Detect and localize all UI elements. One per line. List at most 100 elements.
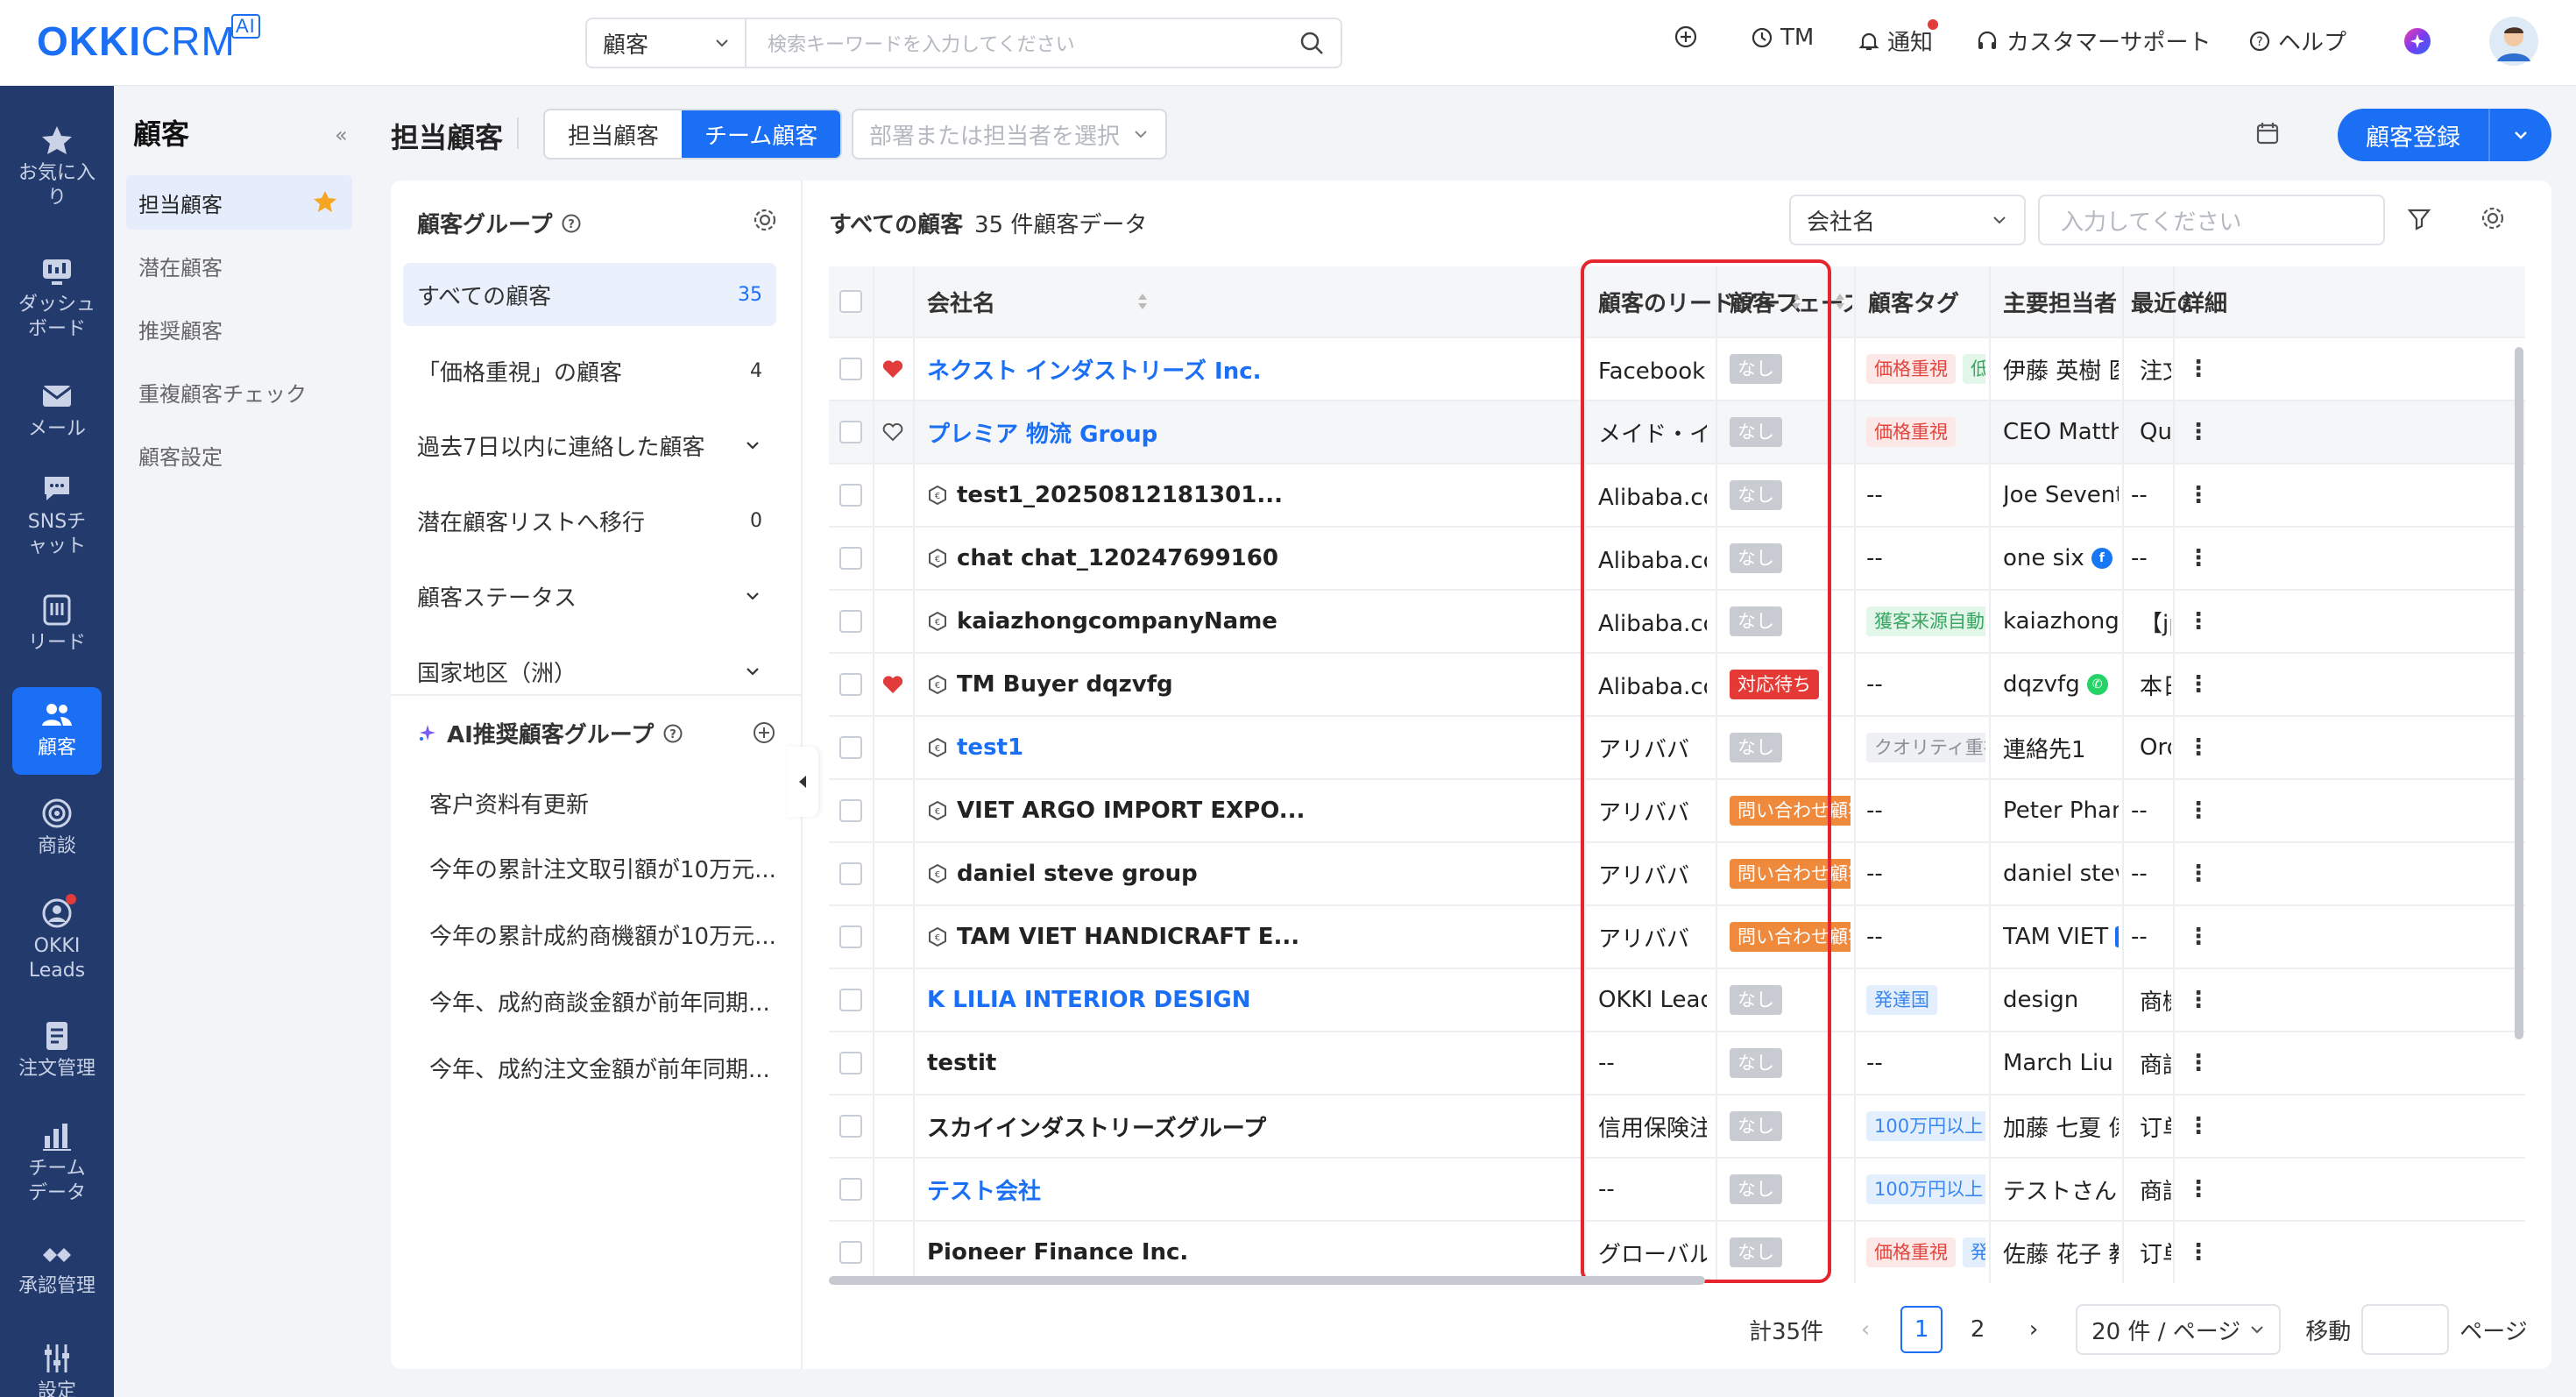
row-checkbox[interactable] bbox=[839, 673, 862, 696]
row-checkbox[interactable] bbox=[839, 1241, 862, 1264]
rail-leads[interactable]: リード bbox=[0, 592, 114, 656]
register-customer-button[interactable]: 顧客登録 bbox=[2338, 109, 2551, 161]
horizontal-scrollbar[interactable] bbox=[829, 1276, 1705, 1285]
heart-filled-icon[interactable] bbox=[882, 675, 903, 694]
ai-group-item[interactable]: 今年、成約商談金額が前年同期... bbox=[429, 985, 770, 1018]
gear-icon[interactable] bbox=[752, 207, 778, 233]
calendar-icon[interactable] bbox=[2254, 119, 2282, 147]
row-checkbox[interactable] bbox=[839, 610, 862, 633]
rail-mail[interactable]: メール bbox=[0, 379, 114, 442]
page-1[interactable]: 1 bbox=[1900, 1306, 1943, 1353]
company-name[interactable]: プレミア 物流 Group bbox=[927, 416, 1157, 449]
rail-team-data[interactable]: チームデータ bbox=[0, 1118, 114, 1206]
tab-my-customers[interactable]: 担当顧客 bbox=[545, 110, 682, 158]
row-checkbox[interactable] bbox=[839, 925, 862, 948]
row-checkbox[interactable] bbox=[839, 736, 862, 759]
collapse-panel-button[interactable] bbox=[787, 747, 818, 817]
row-checkbox[interactable] bbox=[839, 1052, 862, 1074]
select-all-checkbox[interactable] bbox=[839, 290, 862, 313]
search-type-select[interactable]: 顧客 bbox=[587, 19, 747, 67]
row-checkbox[interactable] bbox=[839, 799, 862, 822]
rail-okki-leads[interactable]: OKKI Leads bbox=[0, 894, 114, 983]
row-checkbox[interactable] bbox=[839, 989, 862, 1011]
subnav-item-settings[interactable]: 顧客設定 bbox=[126, 428, 352, 482]
more-actions-icon[interactable]: ⋮ bbox=[2187, 671, 2210, 698]
filter-field-select[interactable]: 会社名 bbox=[1789, 195, 2026, 245]
ai-assistant-icon[interactable] bbox=[2403, 26, 2432, 56]
group-contacted-7days[interactable]: 過去7日以内に連絡した顧客 bbox=[403, 414, 776, 477]
jump-page-input[interactable] bbox=[2361, 1304, 2450, 1355]
chevron-down-icon[interactable] bbox=[2490, 125, 2551, 145]
subnav-item-my-customers[interactable]: 担当顧客 bbox=[126, 175, 352, 230]
rail-approvals[interactable]: 承認管理 bbox=[0, 1236, 114, 1299]
help-icon[interactable]: ? bbox=[561, 213, 582, 234]
row-checkbox[interactable] bbox=[839, 547, 862, 570]
rail-sns-chat[interactable]: SNSチャット bbox=[0, 472, 114, 559]
row-checkbox[interactable] bbox=[839, 1115, 862, 1138]
ai-group-item[interactable]: 客户资料有更新 bbox=[429, 787, 589, 819]
more-actions-icon[interactable]: ⋮ bbox=[2187, 924, 2210, 950]
rail-favorites[interactable]: お気に入り bbox=[0, 123, 114, 210]
notify-button[interactable]: 通知 bbox=[1858, 25, 1933, 57]
more-actions-icon[interactable]: ⋮ bbox=[2187, 545, 2210, 571]
heart-filled-icon[interactable] bbox=[882, 359, 903, 379]
filter-icon[interactable] bbox=[2406, 205, 2432, 231]
ai-group-item[interactable]: 今年の累計成約商機額が10万元... bbox=[429, 918, 776, 951]
more-actions-icon[interactable]: ⋮ bbox=[2187, 356, 2210, 382]
add-group-icon[interactable] bbox=[752, 720, 776, 745]
company-name[interactable]: ネクスト インダストリーズ Inc. bbox=[927, 353, 1262, 386]
ai-group-item[interactable]: 今年、成約注文金額が前年同期... bbox=[429, 1052, 770, 1084]
more-actions-icon[interactable]: ⋮ bbox=[2187, 608, 2210, 635]
subnav-item-potential[interactable]: 潜在顧客 bbox=[126, 238, 352, 293]
support-button[interactable]: カスタマーサポート bbox=[1975, 25, 2211, 57]
filter-input[interactable]: 入力してください bbox=[2038, 195, 2385, 245]
group-all-customers[interactable]: すべての顧客 35 bbox=[403, 263, 776, 326]
sort-icon[interactable] bbox=[1833, 292, 1847, 311]
heart-outline-icon[interactable] bbox=[882, 422, 903, 442]
rail-deals[interactable]: 商談 bbox=[0, 796, 114, 859]
star-filled-icon[interactable] bbox=[312, 189, 338, 216]
chevron-down-icon[interactable] bbox=[743, 436, 762, 455]
rail-dashboard[interactable]: ダッシュボード bbox=[0, 254, 114, 342]
more-actions-icon[interactable]: ⋮ bbox=[2187, 482, 2210, 508]
page-2[interactable]: 2 bbox=[1957, 1306, 1999, 1353]
prev-page-icon[interactable]: ‹ bbox=[1844, 1306, 1886, 1353]
rail-customers[interactable]: 顧客 bbox=[12, 687, 102, 775]
tab-team-customers[interactable]: チーム顧客 bbox=[682, 110, 841, 158]
search-icon[interactable] bbox=[1299, 30, 1325, 56]
more-actions-icon[interactable]: ⋮ bbox=[2187, 1239, 2210, 1266]
more-actions-icon[interactable]: ⋮ bbox=[2187, 987, 2210, 1013]
add-circle-icon[interactable] bbox=[1674, 25, 1698, 49]
sort-icon[interactable] bbox=[1136, 292, 1150, 311]
dept-owner-select[interactable]: 部署または担当者を選択 bbox=[852, 109, 1167, 160]
rail-settings[interactable]: 設定 bbox=[0, 1341, 114, 1397]
more-actions-icon[interactable]: ⋮ bbox=[2187, 419, 2210, 445]
ai-group-item[interactable]: 今年の累計注文取引額が10万元... bbox=[429, 852, 776, 884]
search-input[interactable]: 検索キーワードを入力してください bbox=[747, 19, 1290, 67]
help-icon[interactable]: ? bbox=[662, 723, 683, 744]
more-actions-icon[interactable]: ⋮ bbox=[2187, 798, 2210, 824]
rail-orders[interactable]: 注文管理 bbox=[0, 1018, 114, 1081]
chevron-down-icon[interactable] bbox=[743, 662, 762, 681]
help-button[interactable]: ? ヘルプ bbox=[2248, 25, 2346, 57]
page-size-select[interactable]: 20 件 / ページ bbox=[2076, 1304, 2282, 1355]
table-settings-icon[interactable] bbox=[2480, 205, 2506, 231]
user-avatar[interactable] bbox=[2488, 16, 2539, 67]
row-checkbox[interactable] bbox=[839, 862, 862, 885]
more-actions-icon[interactable]: ⋮ bbox=[2187, 734, 2210, 761]
company-name[interactable]: K LILIA INTERIOR DESIGN bbox=[927, 987, 1251, 1013]
row-checkbox[interactable] bbox=[839, 484, 862, 507]
okki-crm-logo[interactable]: OKKICRM AI bbox=[37, 14, 260, 65]
vertical-scrollbar[interactable] bbox=[2515, 347, 2523, 1039]
tm-button[interactable]: TM bbox=[1751, 25, 1814, 51]
subnav-item-duplicate-check[interactable]: 重複顧客チェック bbox=[126, 365, 352, 419]
more-actions-icon[interactable]: ⋮ bbox=[2187, 861, 2210, 887]
collapse-subnav-icon[interactable]: « bbox=[335, 123, 348, 147]
next-page-icon[interactable]: › bbox=[2013, 1306, 2055, 1353]
more-actions-icon[interactable]: ⋮ bbox=[2187, 1050, 2210, 1076]
row-checkbox[interactable] bbox=[839, 1178, 862, 1201]
company-name[interactable]: test1 bbox=[957, 734, 1023, 761]
company-name[interactable]: テスト会社 bbox=[927, 1174, 1041, 1206]
group-price-focused[interactable]: 「価格重視」の顧客 4 bbox=[403, 339, 776, 402]
group-customer-status[interactable]: 顧客ステータス bbox=[403, 564, 776, 628]
